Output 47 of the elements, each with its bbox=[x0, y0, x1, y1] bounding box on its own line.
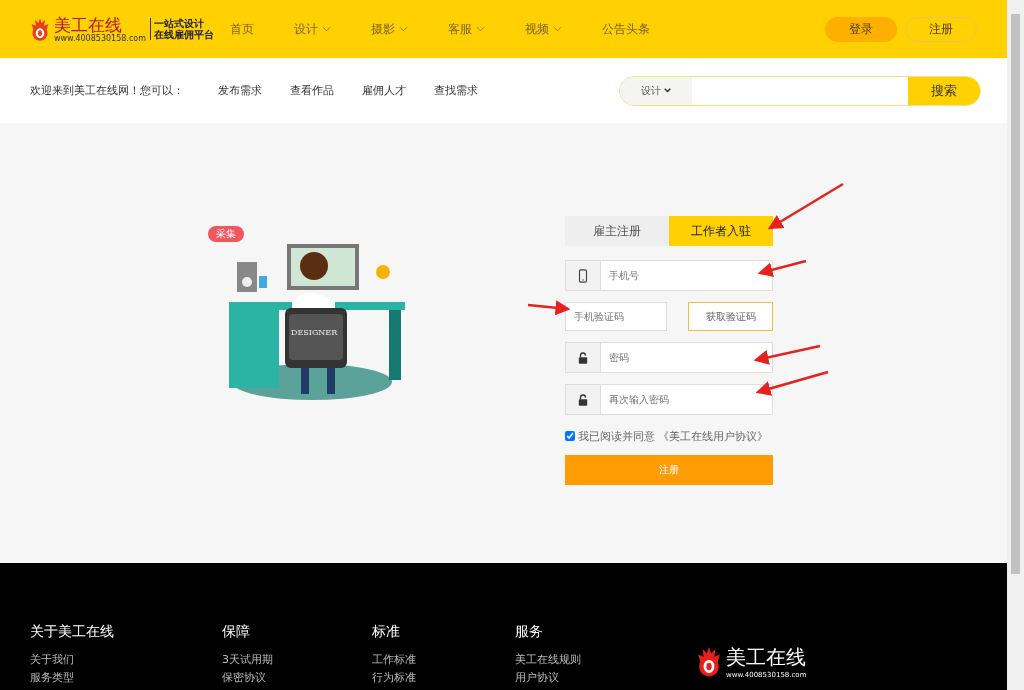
nav-link[interactable]: 客服 bbox=[448, 20, 485, 38]
logo-tagline: 一站式设计 bbox=[153, 18, 204, 29]
quick-link[interactable]: 发布需求 bbox=[218, 83, 262, 98]
logo-url: www.4008530158.com bbox=[54, 33, 146, 43]
logo-name: 美工在线 bbox=[54, 15, 122, 34]
footer-heading: 标准 bbox=[372, 623, 401, 641]
annotation-arrow bbox=[527, 300, 571, 316]
footer-link[interactable]: 用户协议 bbox=[515, 669, 581, 687]
input-group[interactable]: 手机号 bbox=[565, 260, 773, 291]
code-input[interactable]: 手机验证码 bbox=[565, 302, 667, 331]
nav-link[interactable]: 首页 bbox=[230, 20, 254, 38]
footer-link[interactable]: 保密协议 bbox=[222, 669, 372, 687]
register-tab[interactable]: 雇主注册 bbox=[565, 216, 669, 246]
annotation-arrow bbox=[753, 344, 821, 365]
footer-link[interactable]: 工作标准 bbox=[372, 651, 515, 669]
input-group[interactable]: 密码 bbox=[565, 342, 773, 373]
footer-link[interactable]: 美工在线规则 bbox=[515, 651, 581, 669]
footer-link[interactable]: 行为标准 bbox=[372, 669, 515, 687]
login-button[interactable]: 登录 bbox=[825, 16, 897, 42]
scrollbar-thumb[interactable] bbox=[1011, 14, 1020, 574]
input-group[interactable]: 再次输入密码 bbox=[565, 384, 773, 415]
nav-link[interactable]: 摄影 bbox=[371, 20, 408, 38]
nav-link[interactable]: 视频 bbox=[525, 20, 562, 38]
footer-link[interactable]: 关于我们 bbox=[30, 651, 222, 669]
quick-link[interactable]: 查找需求 bbox=[434, 83, 478, 98]
get-code-button[interactable]: 获取验证码 bbox=[688, 302, 773, 331]
lock-icon bbox=[578, 350, 588, 365]
footer-heading: 关于美工在线 bbox=[30, 623, 115, 641]
nav-link[interactable]: 公告头条 bbox=[602, 20, 650, 38]
annotation-arrow bbox=[757, 259, 807, 278]
lock-icon bbox=[578, 392, 588, 407]
phone-icon bbox=[578, 268, 588, 283]
quick-link[interactable]: 雇佣人才 bbox=[362, 83, 406, 98]
footer-link[interactable]: 3天试用期 bbox=[222, 651, 372, 669]
footer-heading: 保障 bbox=[222, 623, 251, 641]
agree-checkbox[interactable] bbox=[565, 431, 575, 441]
logo-name: 美工在线 bbox=[726, 643, 807, 671]
footer-heading: 服务 bbox=[515, 623, 544, 641]
quick-link[interactable]: 查看作品 bbox=[290, 83, 334, 98]
scrollbar[interactable] bbox=[1007, 0, 1024, 690]
footer-link[interactable]: 服务类型 bbox=[30, 669, 222, 687]
logo-tagline: 在线雇佣平台 bbox=[153, 29, 214, 40]
chair-label: DESIGNER bbox=[291, 328, 338, 337]
agreement-text: 我已阅读并同意 《美工在线用户协议》 bbox=[578, 429, 769, 445]
welcome-text: 欢迎来到美工在线网！您可以： bbox=[30, 83, 184, 98]
nav-link[interactable]: 设计 bbox=[294, 20, 331, 38]
register-tab[interactable]: 工作者入驻 bbox=[669, 216, 773, 246]
